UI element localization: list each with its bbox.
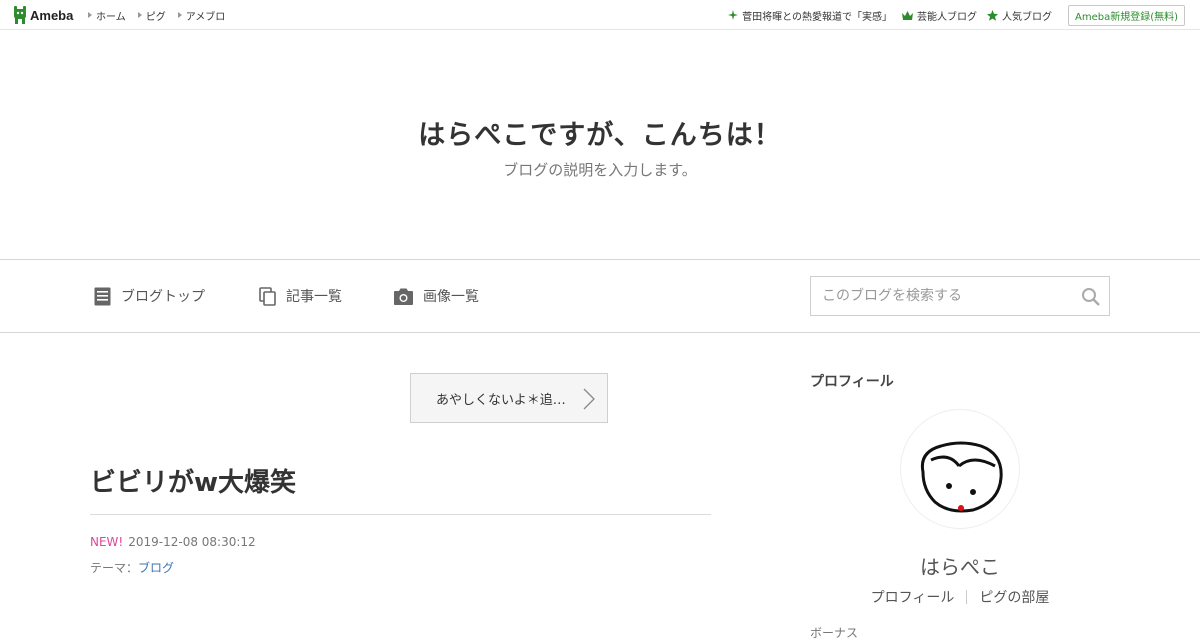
- crown-icon: [901, 10, 913, 20]
- document-icon: [94, 287, 111, 305]
- logo-text: Ameba: [30, 7, 74, 23]
- celebrity-blog-label: 芸能人ブログ: [916, 11, 977, 23]
- entry-title[interactable]: ビビリがw大爆笑: [90, 462, 296, 499]
- search-icon[interactable]: [1081, 287, 1101, 307]
- trending-topic-label: 菅田将暉との熱愛報道で「実感」: [742, 11, 892, 23]
- next-entry-label: あやしくないよ＊追…: [436, 392, 566, 408]
- nav-image-list[interactable]: 画像一覧: [394, 286, 479, 306]
- nav-blog-top-label: ブログトップ: [121, 289, 205, 305]
- blog-search: [810, 276, 1110, 316]
- profile-link[interactable]: プロフィール: [871, 587, 955, 607]
- triangle-right-icon: [177, 12, 182, 18]
- header-links: 菅田将暉との熱愛報道で「実感」 芸能人ブログ 人気ブログ Ameba新規登録(無…: [728, 0, 1185, 30]
- global-nav-label: アメブロ: [185, 11, 226, 23]
- search-input[interactable]: [811, 277, 1071, 315]
- ameba-logo[interactable]: Ameba: [13, 6, 73, 24]
- global-nav-label: ピグ: [145, 11, 166, 23]
- nav-entry-list[interactable]: 記事一覧: [259, 286, 342, 306]
- nav-entry-list-label: 記事一覧: [286, 289, 342, 305]
- nav-image-list-label: 画像一覧: [423, 289, 479, 305]
- triangle-right-icon: [88, 12, 92, 18]
- copy-icon: [259, 286, 276, 306]
- popular-blog-label: 人気ブログ: [1001, 11, 1052, 23]
- popular-blog-link[interactable]: 人気ブログ: [986, 8, 1052, 23]
- new-badge: NEW!: [90, 535, 124, 549]
- register-button[interactable]: Ameba新規登録(無料): [1067, 4, 1185, 26]
- entry-meta: NEW! 2019-12-08 08:30:12: [90, 535, 256, 549]
- chevron-right-icon: [583, 388, 595, 410]
- global-nav-ameblo[interactable]: アメブロ: [177, 8, 226, 23]
- next-entry-button[interactable]: あやしくないよ＊追…: [410, 373, 608, 423]
- global-nav-home[interactable]: ホーム: [88, 8, 126, 23]
- avatar-illustration: [920, 441, 1003, 513]
- global-nav: ホーム ピグ アメブロ: [88, 0, 225, 30]
- entry-theme: テーマ：ブログ: [90, 559, 174, 576]
- sidebar-partial-text: ボーナス: [810, 626, 859, 640]
- camera-icon: [394, 288, 413, 305]
- nav-blog-top[interactable]: ブログトップ: [94, 286, 205, 306]
- blog-nav: ブログトップ 記事一覧 画像一覧: [0, 259, 1200, 333]
- blog-header: はらぺこですが、こんちは！ ブログの説明を入力します。: [0, 31, 1200, 259]
- profile-name[interactable]: はらぺこ: [810, 551, 1110, 580]
- star-icon: [986, 9, 998, 21]
- global-nav-label: ホーム: [96, 11, 126, 23]
- divider: [966, 590, 968, 604]
- global-header: Ameba ホーム ピグ アメブロ 菅田将暉との熱愛報道で「実感」 芸能人ブログ…: [0, 0, 1200, 30]
- divider: [90, 514, 711, 515]
- blog-description: ブログの説明を入力します。: [503, 161, 697, 179]
- profile-links: プロフィール ピグの部屋: [810, 587, 1110, 607]
- avatar[interactable]: [900, 409, 1020, 529]
- sidebar-heading: プロフィール: [810, 374, 894, 390]
- trending-topic-link[interactable]: 菅田将暉との熱愛報道で「実感」: [728, 8, 892, 23]
- theme-prefix: テーマ：: [90, 561, 139, 575]
- ameba-logo-icon: [14, 6, 26, 24]
- celebrity-blog-link[interactable]: 芸能人ブログ: [901, 8, 977, 23]
- entry-date: 2019-12-08 08:30:12: [128, 535, 256, 549]
- pigg-room-link[interactable]: ピグの部屋: [979, 587, 1049, 607]
- triangle-right-icon: [137, 12, 142, 18]
- sparkle-icon: [728, 10, 739, 20]
- blog-title[interactable]: はらぺこですが、こんちは！: [0, 113, 1200, 152]
- theme-link[interactable]: ブログ: [138, 561, 174, 575]
- global-nav-pigg[interactable]: ピグ: [137, 8, 166, 23]
